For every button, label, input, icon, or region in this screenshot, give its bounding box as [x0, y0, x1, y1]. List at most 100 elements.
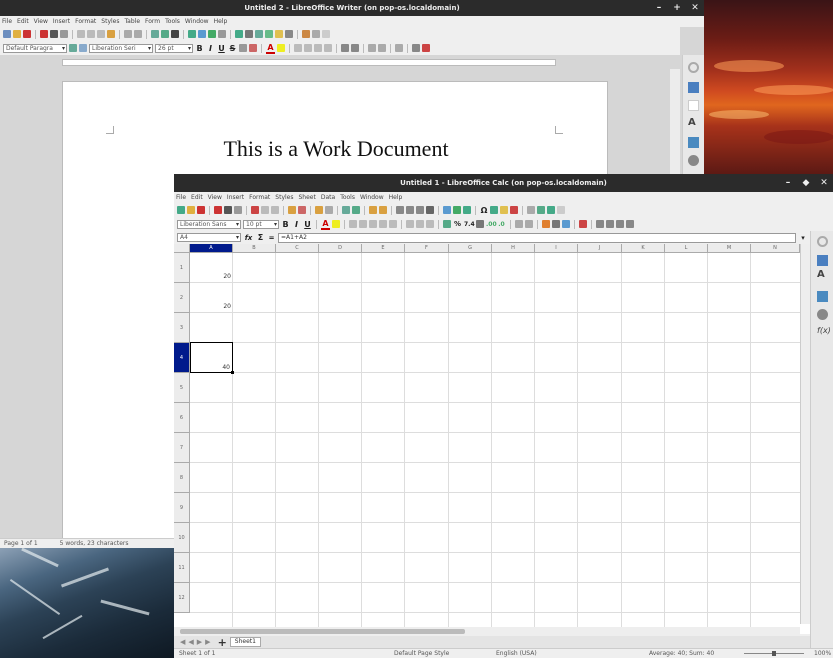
print-preview-icon[interactable]	[234, 206, 242, 214]
clear-formatting-icon[interactable]	[298, 206, 306, 214]
sum-icon[interactable]: Σ	[256, 233, 265, 242]
numbered-list-icon[interactable]	[351, 44, 359, 52]
status-page-style[interactable]: Default Page Style	[394, 650, 449, 657]
selected-cell-a4[interactable]: 40	[190, 342, 234, 374]
maximize-icon[interactable]: +	[668, 3, 686, 13]
insert-comment-icon[interactable]	[275, 30, 283, 38]
new-style-icon[interactable]	[79, 44, 87, 52]
menu-sheet[interactable]: Sheet	[299, 194, 316, 201]
print-icon[interactable]	[50, 30, 58, 38]
minimize-icon[interactable]: –	[650, 3, 668, 13]
menu-styles[interactable]: Styles	[275, 194, 293, 201]
menu-file[interactable]: File	[176, 194, 186, 201]
restore-icon[interactable]: ◆	[797, 178, 815, 188]
zoom-slider-thumb[interactable]	[772, 651, 776, 656]
menu-data[interactable]: Data	[321, 194, 335, 201]
copy-icon[interactable]	[87, 30, 95, 38]
decrease-indent-icon[interactable]	[378, 44, 386, 52]
format-as-currency-icon[interactable]	[443, 220, 451, 228]
previous-sheet-icon[interactable]: ◀	[188, 638, 193, 646]
status-sheet-count[interactable]: Sheet 1 of 1	[179, 650, 216, 657]
open-folder-icon[interactable]	[187, 206, 195, 214]
column-header-e[interactable]: E	[362, 244, 405, 253]
find-replace-icon[interactable]	[342, 206, 350, 214]
clone-formatting-icon[interactable]	[107, 30, 115, 38]
navigator-icon[interactable]	[817, 309, 828, 320]
row-header-9[interactable]: 9	[174, 493, 190, 523]
gear-icon[interactable]	[688, 62, 699, 73]
menu-styles[interactable]: Styles	[101, 18, 119, 25]
status-language[interactable]: English (USA)	[496, 650, 537, 657]
insert-hyperlink-icon[interactable]	[490, 206, 498, 214]
insert-hyperlink-icon[interactable]	[235, 30, 243, 38]
scroll-thumb[interactable]	[180, 629, 465, 634]
column-header-k[interactable]: K	[622, 244, 665, 253]
last-sheet-icon[interactable]: ▶	[205, 638, 210, 646]
styles-icon[interactable]: A	[817, 269, 828, 280]
row-header-1[interactable]: 1	[174, 253, 190, 283]
properties-icon[interactable]	[817, 255, 828, 266]
calc-horizontal-scrollbar[interactable]	[174, 627, 800, 636]
insert-bookmark-icon[interactable]	[255, 30, 263, 38]
conditional-format-icon[interactable]	[579, 220, 587, 228]
insert-line-icon[interactable]	[302, 30, 310, 38]
insert-textbox-icon[interactable]	[218, 30, 226, 38]
align-center-icon[interactable]	[359, 220, 367, 228]
menu-format[interactable]: Format	[75, 18, 96, 25]
gear-icon[interactable]	[817, 236, 828, 247]
document-heading[interactable]: This is a Work Document	[63, 136, 609, 162]
row-header-8[interactable]: 8	[174, 463, 190, 493]
border-color-icon[interactable]	[562, 220, 570, 228]
font-size-dropdown[interactable]: 10 pt	[243, 219, 279, 229]
line-spacing-icon[interactable]	[395, 44, 403, 52]
font-color-icon[interactable]: A	[266, 43, 275, 54]
menu-tools[interactable]: Tools	[165, 18, 180, 25]
menu-window[interactable]: Window	[360, 194, 384, 201]
row-header-12[interactable]: 12	[174, 583, 190, 613]
highlight-color-icon[interactable]	[277, 44, 285, 52]
insert-chart-icon[interactable]	[453, 206, 461, 214]
spellcheck-icon[interactable]	[352, 206, 360, 214]
row-header-6[interactable]: 6	[174, 403, 190, 433]
strikethrough-icon[interactable]: S	[228, 44, 237, 53]
column-header-n[interactable]: N	[751, 244, 800, 253]
spreadsheet-grid[interactable]: A B C D E F G H I J K L M N 1 2 3 4 5 6 …	[174, 244, 810, 634]
formula-input[interactable]: =A1+A2	[278, 232, 796, 243]
menu-format[interactable]: Format	[249, 194, 270, 201]
paragraph-icon[interactable]	[412, 44, 420, 52]
define-print-area-icon[interactable]	[527, 206, 535, 214]
paste-icon[interactable]	[97, 30, 105, 38]
font-color-icon[interactable]: A	[321, 219, 330, 230]
align-left-icon[interactable]	[349, 220, 357, 228]
align-left-icon[interactable]	[294, 44, 302, 52]
format-as-number-icon[interactable]: 7.4	[464, 221, 475, 228]
border-style-icon[interactable]	[552, 220, 560, 228]
insert-pivot-table-icon[interactable]	[463, 206, 471, 214]
cell-a2[interactable]: 20	[190, 303, 231, 310]
sort-ascending-icon[interactable]	[406, 206, 414, 214]
column-header-d[interactable]: D	[319, 244, 362, 253]
column-icon[interactable]	[379, 206, 387, 214]
sheet-tab-sheet1[interactable]: Sheet1	[229, 637, 261, 647]
justify-icon[interactable]	[324, 44, 332, 52]
align-center-icon[interactable]	[304, 44, 312, 52]
function-wizard-icon[interactable]: fx	[243, 234, 254, 242]
shadow-icon[interactable]	[249, 44, 257, 52]
menu-insert[interactable]: Insert	[53, 18, 70, 25]
minimize-icon[interactable]: –	[779, 178, 797, 188]
find-replace-icon[interactable]	[151, 30, 159, 38]
column-header-i[interactable]: I	[535, 244, 578, 253]
horizontal-ruler[interactable]	[0, 55, 680, 69]
menu-form[interactable]: Form	[145, 18, 160, 25]
italic-icon[interactable]: I	[206, 44, 215, 53]
row-header-4[interactable]: 4	[174, 343, 190, 373]
align-right-icon[interactable]	[314, 44, 322, 52]
column-header-b[interactable]: B	[233, 244, 276, 253]
next-sheet-icon[interactable]: ▶	[197, 638, 202, 646]
row-header-2[interactable]: 2	[174, 283, 190, 313]
bullet-list-icon[interactable]	[341, 44, 349, 52]
name-box[interactable]: A4	[177, 233, 241, 242]
menu-window[interactable]: Window	[185, 18, 209, 25]
insert-comment-icon[interactable]	[500, 206, 508, 214]
menu-edit[interactable]: Edit	[17, 18, 29, 25]
